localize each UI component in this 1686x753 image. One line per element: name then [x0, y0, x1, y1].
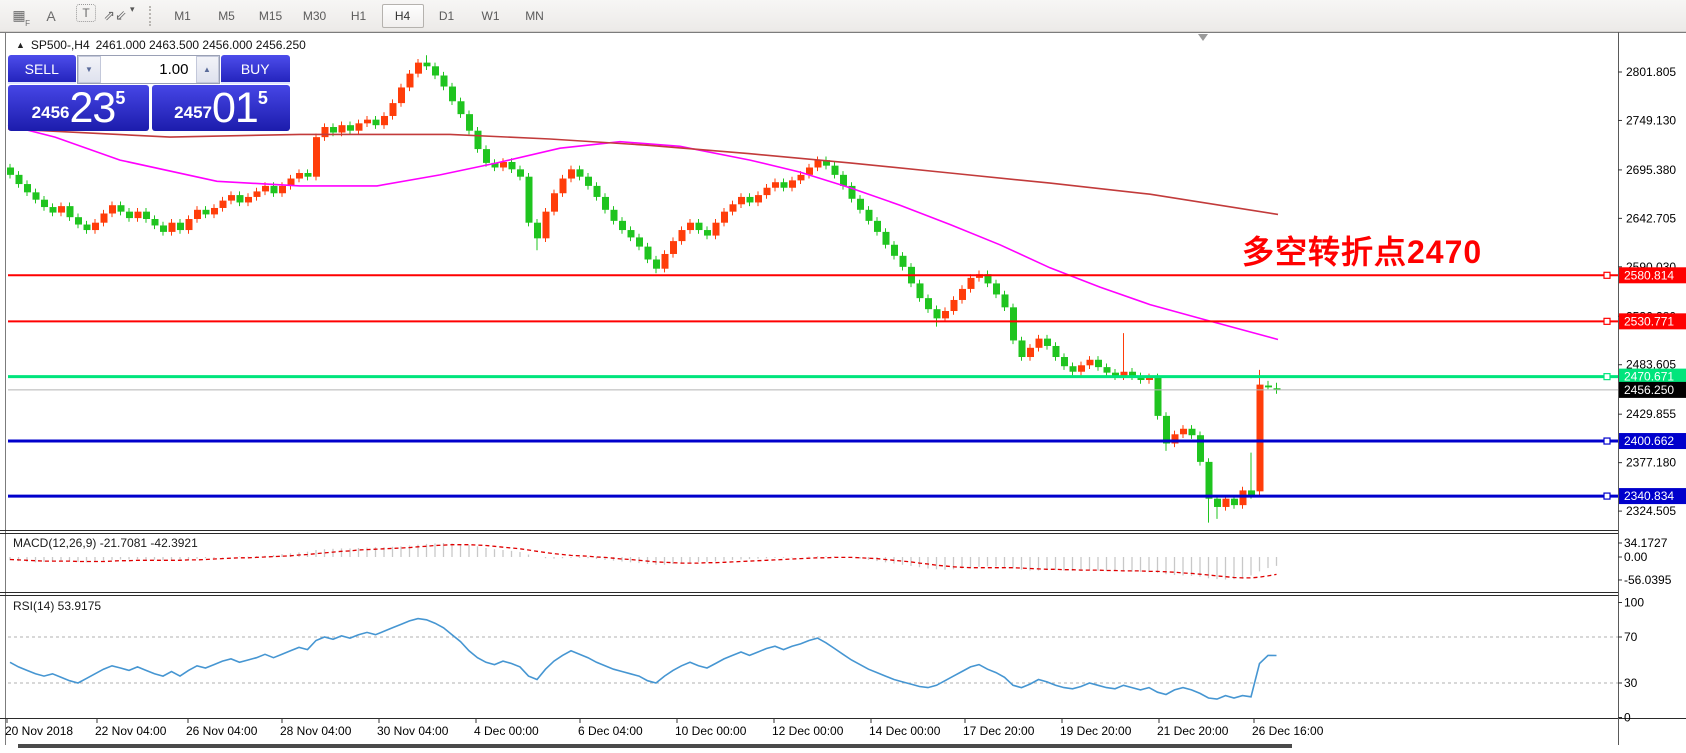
hline-handle	[1604, 493, 1610, 499]
cursor-tools-icon[interactable]: ⇗⇙	[102, 4, 128, 28]
svg-text:17 Dec 20:00: 17 Dec 20:00	[963, 724, 1035, 738]
sell-price-prefix: 2456	[32, 103, 70, 123]
buy-price-prefix: 2457	[174, 103, 212, 123]
svg-text:22 Nov 04:00: 22 Nov 04:00	[95, 724, 167, 738]
symbol-name: SP500-,H4	[31, 38, 90, 52]
macd-indicator-label: MACD(12,26,9) -21.7081 -42.3921	[13, 536, 198, 550]
svg-text:20 Nov 2018: 20 Nov 2018	[5, 724, 73, 738]
text-label-icon[interactable]: A	[38, 4, 64, 28]
hline-handle	[1604, 374, 1610, 380]
svg-text:2580.814: 2580.814	[1624, 268, 1674, 282]
buy-price-big: 01	[212, 86, 258, 130]
svg-text:2429.855: 2429.855	[1626, 407, 1676, 421]
svg-text:28 Nov 04:00: 28 Nov 04:00	[280, 724, 352, 738]
svg-text:0: 0	[1624, 711, 1631, 725]
symbol-ohlc-values: 2461.000 2463.500 2456.000 2456.250	[96, 38, 306, 52]
rsi-indicator-label: RSI(14) 53.9175	[13, 599, 101, 613]
tab-timeframe-m15[interactable]: M15	[250, 4, 292, 28]
buy-price-sup: 5	[258, 88, 268, 109]
tab-timeframe-w1[interactable]: W1	[470, 4, 512, 28]
tools-dropdown-caret-icon[interactable]: ▾	[130, 4, 135, 28]
svg-text:30 Nov 04:00: 30 Nov 04:00	[377, 724, 449, 738]
toolbar-grip[interactable]	[149, 6, 151, 26]
svg-text:2470.671: 2470.671	[1624, 370, 1674, 384]
svg-text:14 Dec 00:00: 14 Dec 00:00	[869, 724, 941, 738]
buy-button[interactable]: BUY	[221, 55, 291, 84]
svg-text:2377.180: 2377.180	[1626, 456, 1676, 470]
svg-text:2530.771: 2530.771	[1624, 314, 1674, 328]
volume-control: ▼ ▲	[77, 55, 220, 84]
volume-increase-button[interactable]: ▲	[196, 56, 219, 83]
tab-timeframe-h1[interactable]: H1	[338, 4, 380, 28]
hline-handle	[1604, 438, 1610, 444]
svg-text:2749.130: 2749.130	[1626, 113, 1676, 127]
hline-handle	[1604, 272, 1610, 278]
svg-text:70: 70	[1624, 630, 1638, 644]
svg-text:12 Dec 00:00: 12 Dec 00:00	[772, 724, 844, 738]
tab-timeframe-m30[interactable]: M30	[294, 4, 336, 28]
tab-timeframe-h4[interactable]: H4	[382, 4, 424, 28]
svg-text:10 Dec 00:00: 10 Dec 00:00	[675, 724, 747, 738]
svg-text:21 Dec 20:00: 21 Dec 20:00	[1157, 724, 1229, 738]
chart-text-annotation: 多空转折点2470	[1242, 227, 1482, 273]
volume-input[interactable]	[101, 56, 196, 83]
snap-grid-f-icon[interactable]: ▦F	[6, 4, 32, 28]
svg-text:2456.250: 2456.250	[1624, 383, 1674, 397]
svg-text:2642.705: 2642.705	[1626, 211, 1676, 225]
collapse-panel-icon[interactable]: ▲	[16, 40, 25, 50]
symbol-header: ▲ SP500-,H4 2461.000 2463.500 2456.000 2…	[16, 38, 306, 52]
chart-background	[0, 32, 1686, 745]
svg-text:26 Dec 16:00: 26 Dec 16:00	[1252, 724, 1324, 738]
svg-text:2400.662: 2400.662	[1624, 434, 1674, 448]
hline-handle	[1604, 318, 1610, 324]
sell-price-big: 23	[69, 86, 115, 130]
tab-timeframe-mn[interactable]: MN	[514, 4, 556, 28]
svg-text:4 Dec 00:00: 4 Dec 00:00	[474, 724, 539, 738]
svg-text:2801.805: 2801.805	[1626, 65, 1676, 79]
sell-price-sup: 5	[115, 88, 125, 109]
one-click-trading-panel: SELL ▼ ▲ BUY 2456 23 5 2457 01 5	[8, 55, 290, 132]
tab-timeframe-m1[interactable]: M1	[162, 4, 204, 28]
svg-text:0.00: 0.00	[1624, 550, 1648, 564]
top-toolbar: ▦FAT ⇗⇙▾ M1M5M15M30H1H4D1W1MN	[0, 0, 1686, 32]
drawing-tools-group: ▦FAT ⇗⇙▾	[0, 4, 135, 28]
sell-price-display[interactable]: 2456 23 5	[8, 85, 149, 131]
sell-button[interactable]: SELL	[8, 55, 76, 84]
svg-text:2340.834: 2340.834	[1624, 489, 1674, 503]
svg-text:30: 30	[1624, 676, 1638, 690]
svg-text:-56.0395: -56.0395	[1624, 573, 1672, 587]
tab-timeframe-d1[interactable]: D1	[426, 4, 468, 28]
svg-text:2695.380: 2695.380	[1626, 163, 1676, 177]
timeframe-toolbar: M1M5M15M30H1H4D1W1MN	[161, 4, 557, 28]
svg-text:6 Dec 04:00: 6 Dec 04:00	[578, 724, 643, 738]
svg-text:100: 100	[1624, 596, 1644, 610]
buy-price-display[interactable]: 2457 01 5	[152, 85, 290, 131]
volume-decrease-button[interactable]: ▼	[78, 56, 101, 83]
text-box-icon[interactable]: T	[76, 4, 96, 22]
svg-text:19 Dec 20:00: 19 Dec 20:00	[1060, 724, 1132, 738]
tab-timeframe-m5[interactable]: M5	[206, 4, 248, 28]
window-bottom-border	[18, 744, 1292, 748]
svg-text:26 Nov 04:00: 26 Nov 04:00	[186, 724, 258, 738]
svg-text:2324.505: 2324.505	[1626, 504, 1676, 518]
svg-text:34.1727: 34.1727	[1624, 536, 1668, 550]
